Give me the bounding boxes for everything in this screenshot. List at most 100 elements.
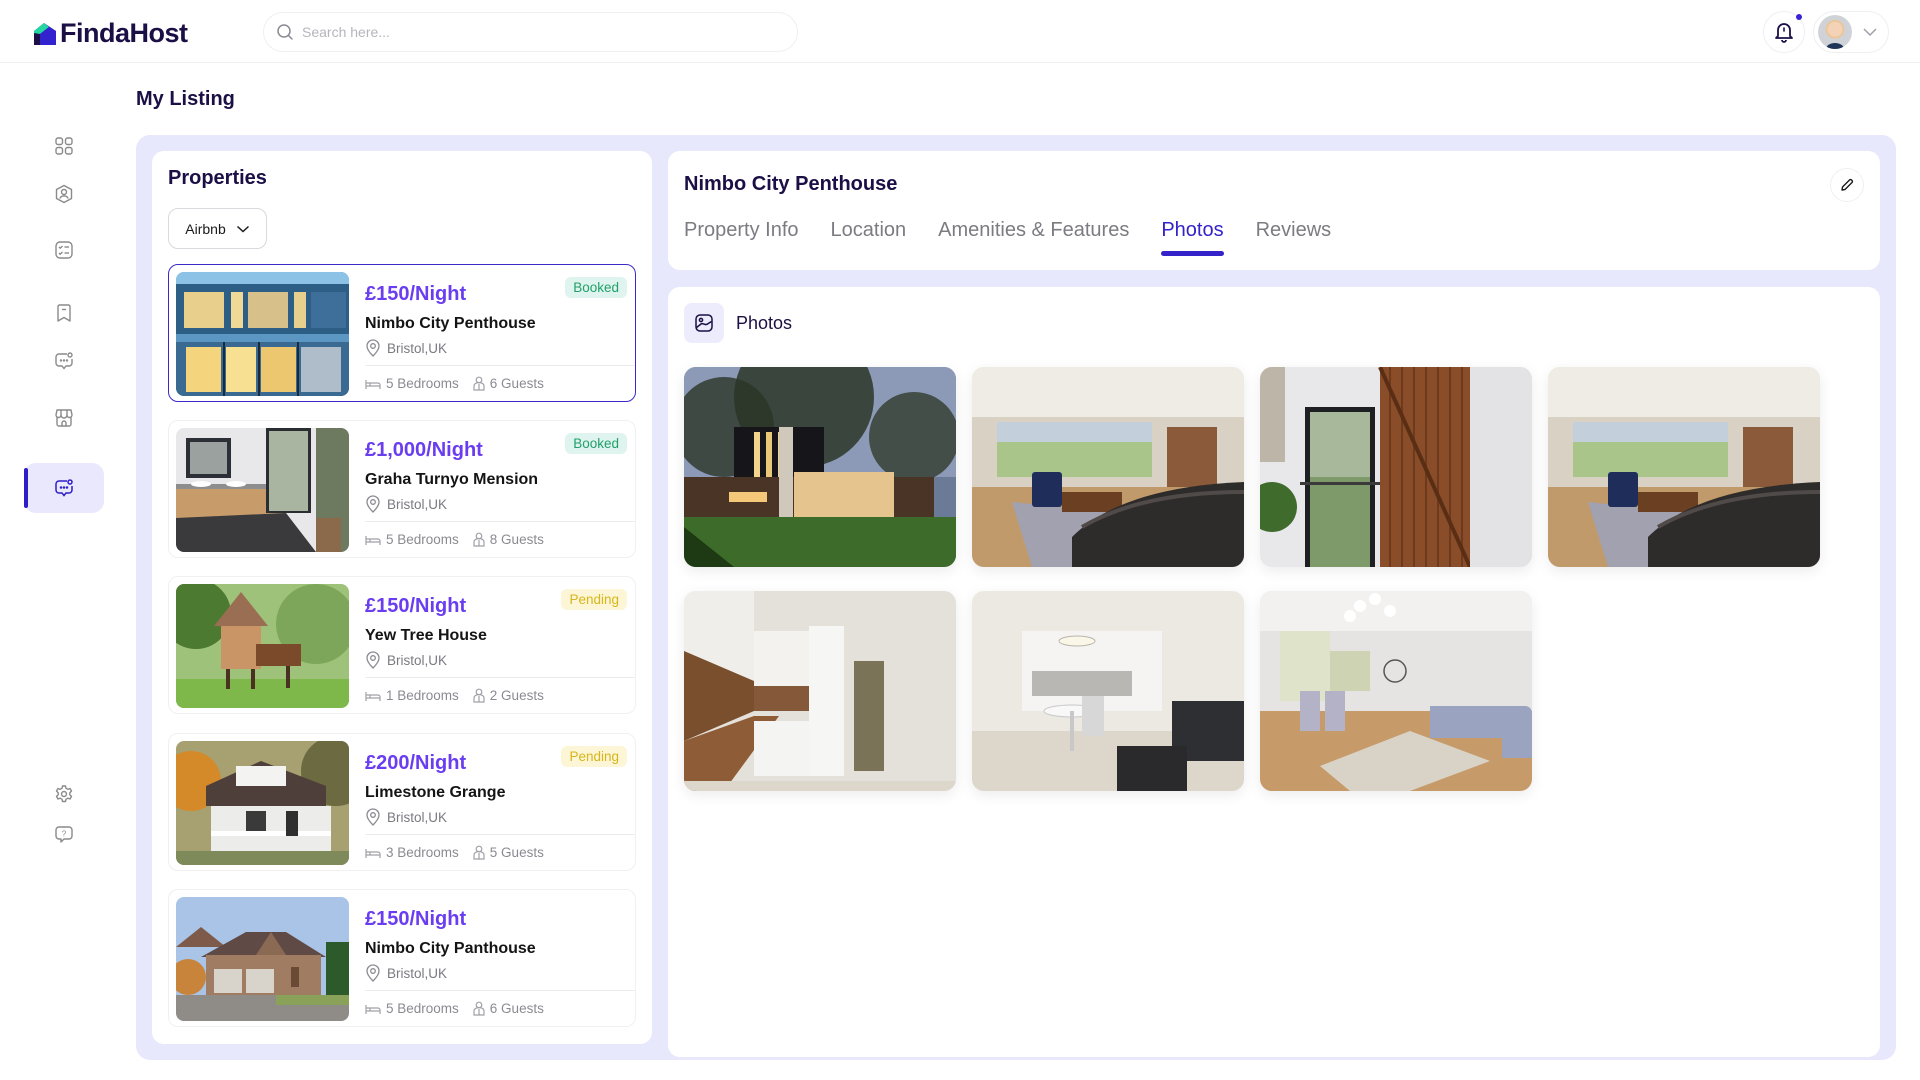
- property-location: Bristol,UK: [365, 339, 447, 357]
- card-divider: [365, 365, 635, 366]
- property-price: £150/Night: [365, 283, 467, 305]
- status-badge: Booked: [565, 277, 627, 298]
- location-pin-icon: [366, 651, 380, 669]
- pencil-edit-icon: [1841, 178, 1854, 191]
- photo-staircase[interactable]: [1260, 367, 1532, 567]
- bedrooms: 5 Bedrooms: [365, 1001, 459, 1016]
- sidebar-item-profile[interactable]: [24, 169, 104, 219]
- property-card[interactable]: £200/Night Pending Limestone Grange Bris…: [168, 733, 636, 871]
- property-thumbnail: [176, 741, 349, 865]
- sidebar-item-help[interactable]: ?: [24, 809, 104, 859]
- photo-kitchen[interactable]: [684, 591, 956, 791]
- tab-location[interactable]: Location: [831, 219, 907, 256]
- property-card[interactable]: £150/Night Pending Yew Tree House Bristo…: [168, 576, 636, 714]
- property-meta: 5 Bedrooms 8 Guests: [365, 532, 544, 547]
- profile-menu[interactable]: [1813, 11, 1889, 53]
- page-title: My Listing: [136, 88, 235, 110]
- sidebar-item-messages[interactable]: [24, 336, 104, 386]
- card-divider: [365, 677, 635, 678]
- svg-text:?: ?: [62, 830, 67, 839]
- house-logo-icon: [34, 22, 56, 45]
- property-card[interactable]: £150/Night Nimbo City Panthouse Bristol,…: [168, 889, 636, 1027]
- avatar: [1818, 15, 1852, 49]
- photo-living-room-2[interactable]: [1548, 367, 1820, 567]
- tab-property-info[interactable]: Property Info: [684, 219, 799, 256]
- property-name: Yew Tree House: [365, 627, 487, 644]
- guests-text: 6 Guests: [489, 1001, 544, 1016]
- bedrooms-text: 5 Bedrooms: [386, 1001, 459, 1016]
- status-badge: Pending: [561, 589, 627, 610]
- platform-filter-value: Airbnb: [185, 220, 226, 237]
- tab-amenities-features[interactable]: Amenities & Features: [938, 219, 1129, 256]
- guests: 5 Guests: [473, 845, 544, 860]
- store-icon: [55, 409, 73, 427]
- photo-house-exterior[interactable]: [684, 367, 956, 567]
- bed-icon: [365, 1004, 381, 1014]
- property-price: £150/Night: [365, 595, 467, 617]
- location-pin-icon: [366, 964, 380, 982]
- photo-living-room[interactable]: [972, 367, 1244, 567]
- app-name: FindaHost: [60, 18, 188, 48]
- location-text: Bristol,UK: [387, 809, 448, 825]
- dashboard-grid-icon: [55, 137, 73, 155]
- location-pin-icon: [366, 808, 380, 826]
- property-meta: 3 Bedrooms 5 Guests: [365, 845, 544, 860]
- guest-person-icon: [473, 688, 485, 703]
- logo[interactable]: FindaHost: [32, 18, 188, 49]
- property-name: Nimbo City Penthouse: [365, 315, 536, 332]
- location-text: Bristol,UK: [387, 965, 448, 981]
- sidebar-item-store[interactable]: [24, 393, 104, 443]
- sidebar-item-my-listing[interactable]: [24, 463, 104, 513]
- tab-reviews[interactable]: Reviews: [1256, 219, 1332, 256]
- property-location: Bristol,UK: [365, 495, 447, 513]
- property-name: Graha Turnyo Mension: [365, 471, 539, 488]
- sidebar-item-tasks[interactable]: [24, 225, 104, 275]
- guests: 8 Guests: [473, 532, 544, 547]
- guests-text: 2 Guests: [489, 688, 544, 703]
- bedrooms-text: 1 Bedrooms: [386, 688, 459, 703]
- bed-icon: [365, 379, 381, 389]
- notification-button[interactable]: [1763, 11, 1805, 53]
- card-divider: [365, 990, 635, 991]
- sidebar-item-bookmarks[interactable]: [24, 288, 104, 338]
- location-pin-icon: [366, 495, 380, 513]
- chevron-down-icon: [236, 225, 249, 233]
- property-price: £150/Night: [365, 908, 467, 930]
- property-meta: 1 Bedrooms 2 Guests: [365, 688, 544, 703]
- guests-text: 5 Guests: [489, 845, 544, 860]
- top-header: FindaHost: [0, 0, 1920, 63]
- photo-open-living-room[interactable]: [1260, 591, 1532, 791]
- properties-title: Properties: [168, 167, 267, 189]
- platform-filter-dropdown[interactable]: Airbnb: [168, 208, 267, 249]
- property-price: £200/Night: [365, 752, 467, 774]
- tab-photos[interactable]: Photos: [1161, 219, 1224, 256]
- bedrooms-text: 5 Bedrooms: [386, 376, 459, 391]
- bed-icon: [365, 691, 381, 701]
- search-input[interactable]: [302, 24, 782, 40]
- search-icon: [277, 24, 293, 40]
- guest-person-icon: [473, 845, 485, 860]
- location-text: Bristol,UK: [387, 496, 448, 512]
- sidebar-item-dashboard[interactable]: [24, 121, 104, 171]
- chevron-down-icon: [1863, 28, 1877, 37]
- property-meta: 5 Bedrooms 6 Guests: [365, 376, 544, 391]
- guest-person-icon: [473, 532, 485, 547]
- sidebar: ?: [0, 63, 128, 1080]
- search-bar[interactable]: [263, 12, 798, 52]
- property-location: Bristol,UK: [365, 651, 447, 669]
- image-gallery-icon: [684, 303, 724, 343]
- chat-bubble-icon: [55, 352, 73, 370]
- photo-dining-area[interactable]: [972, 591, 1244, 791]
- status-badge: Booked: [565, 433, 627, 454]
- edit-button[interactable]: [1830, 168, 1864, 202]
- location-text: Bristol,UK: [387, 340, 448, 356]
- user-profile-icon: [55, 184, 73, 204]
- property-location: Bristol,UK: [365, 964, 447, 982]
- checklist-icon: [55, 241, 73, 259]
- bedrooms: 3 Bedrooms: [365, 845, 459, 860]
- bedrooms-text: 5 Bedrooms: [386, 532, 459, 547]
- property-name: Nimbo City Panthouse: [365, 940, 536, 957]
- property-card[interactable]: £1,000/Night Booked Graha Turnyo Mension…: [168, 420, 636, 558]
- bedrooms: 1 Bedrooms: [365, 688, 459, 703]
- property-card[interactable]: £150/Night Booked Nimbo City Penthouse B…: [168, 264, 636, 402]
